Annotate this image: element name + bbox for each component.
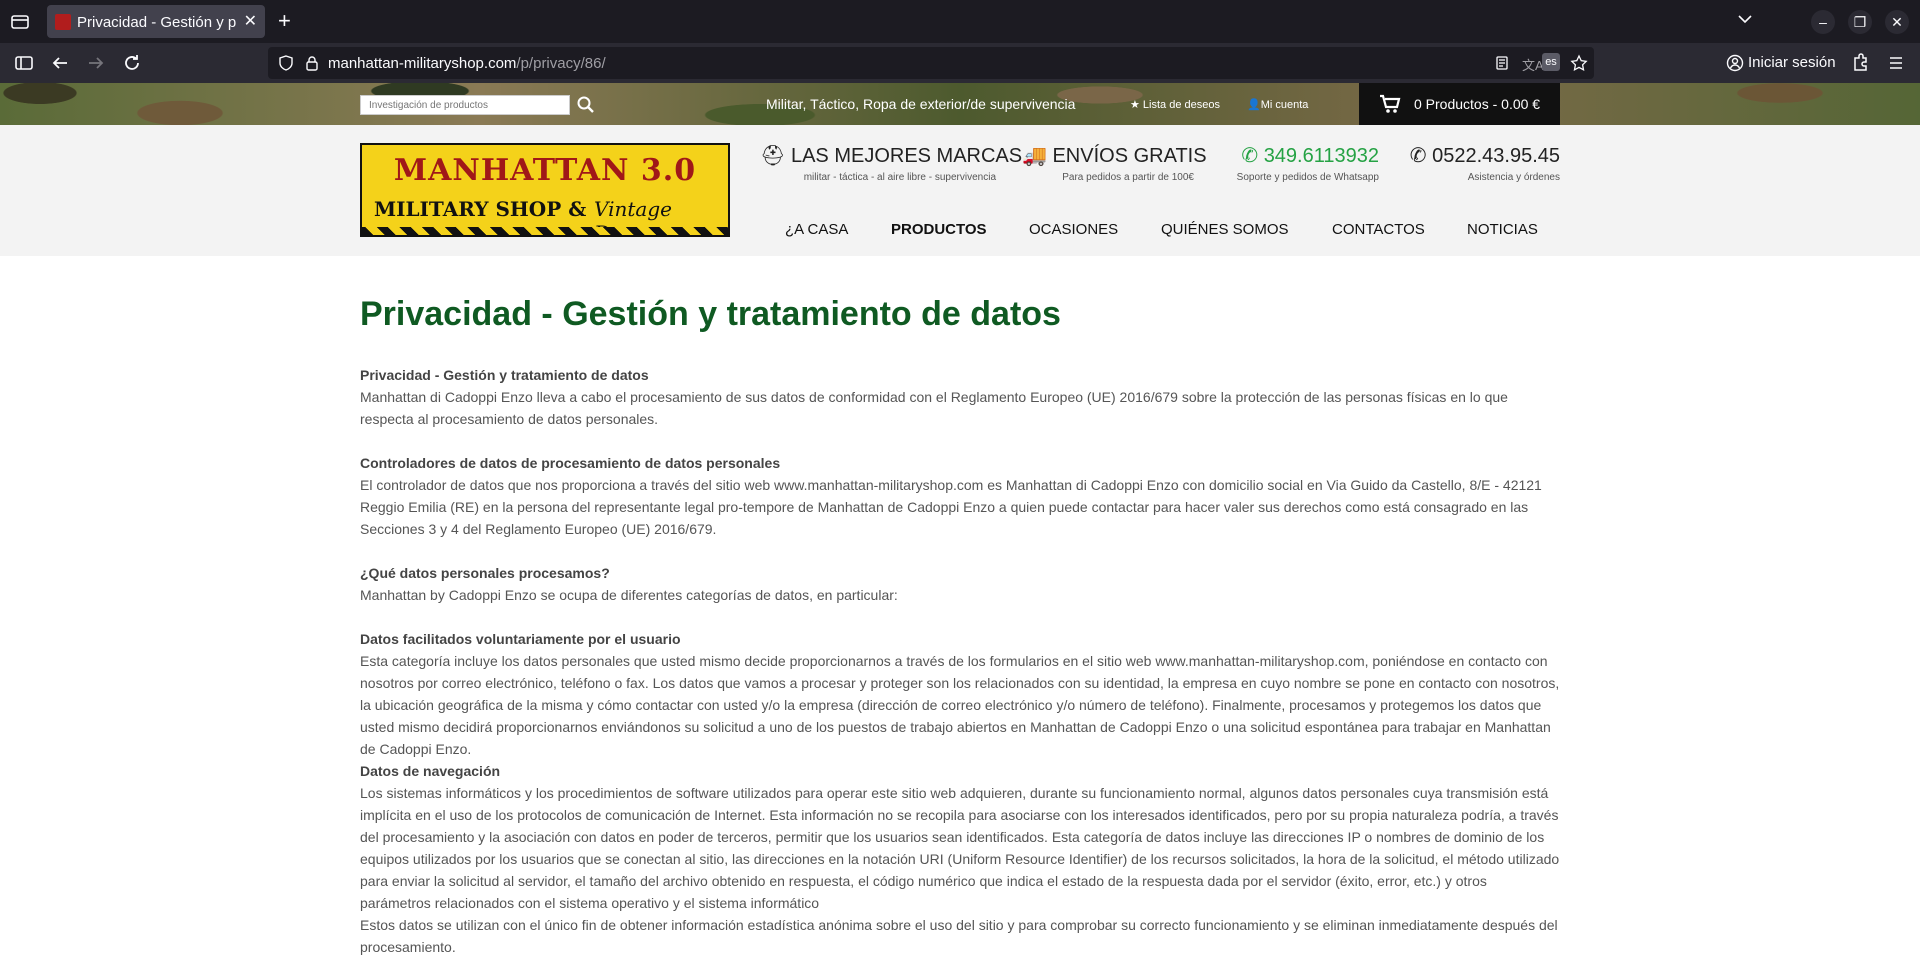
hamburger-menu-icon[interactable] [1884,51,1908,75]
menu-item-occasions[interactable]: OCASIONES [1029,221,1118,238]
phone-icon: ✆ [1409,145,1433,167]
section-body: Manhattan by Cadoppi Enzo se ocupa de di… [360,587,898,603]
close-tab-icon[interactable]: ✕ [244,11,257,31]
url-host: manhattan-militaryshop.com [328,55,517,72]
new-tab-icon[interactable]: + [278,8,291,34]
cart-summary: 0 Productos - 0.00 € [1414,96,1541,112]
feature-free-shipping: 🚚 ENVÍOS GRATIS Para pedidos a partir de… [1022,143,1207,183]
site-top-bar: Militar, Táctico, Ropa de exterior/de su… [0,83,1920,125]
wishlist-label: Lista de deseos [1142,99,1220,111]
feature-subtitle: Soporte y pedidos de Whatsapp [1236,172,1379,183]
browser-nav-bar: manhattan-militaryshop.com/p/privacy/86/… [0,43,1920,83]
reload-icon[interactable] [120,51,144,75]
url-text[interactable]: manhattan-militaryshop.com/p/privacy/86/ [328,55,606,72]
wishlist-link[interactable]: ★ Lista de deseos [1130,98,1220,111]
chevron-down-icon[interactable] [1736,10,1754,28]
site-logo[interactable]: MANHATTAN 3.0 MILITARY SHOP & Vintage Dr… [360,143,730,237]
section-heading: Controladores de datos de procesamiento … [360,455,781,471]
user-icon: 👤 [1247,99,1261,111]
product-search-input[interactable] [360,95,570,115]
section-body: Esta categoría incluye los datos persona… [360,653,1560,757]
main-content: Privacidad - Gestión y tratamiento de da… [360,295,1560,977]
shield-icon[interactable] [278,55,294,71]
account-label: Mi cuenta [1260,99,1309,111]
what-data-section: ¿Qué datos personales procesamos? Manhat… [360,562,1560,606]
feature-subtitle: Asistencia y órdenes [1467,172,1560,183]
page-title: Privacidad - Gestión y tratamiento de da… [360,295,1061,333]
browser-tab-active[interactable]: Privacidad - Gestión y procesamiento ✕ [47,5,265,38]
account-circle-icon [1726,54,1744,72]
feature-best-brands: ⛑ LAS MEJORES MARCAS militar - táctica -… [760,143,1022,183]
search-icon[interactable] [576,95,596,115]
site-favicon-icon [55,14,71,30]
language-badge[interactable]: es [1542,53,1560,71]
feature-title: 349.6113932 [1263,145,1379,167]
privacy-section: Privacidad - Gestión y tratamiento de da… [360,364,1560,430]
shopping-cart-icon [1379,93,1401,115]
whatsapp-icon: ✆ [1241,145,1264,167]
feature-whatsapp[interactable]: ✆ 349.6113932 Soporte y pedidos de Whats… [1222,143,1379,183]
menu-item-products[interactable]: PRODUCTOS [891,221,987,238]
extensions-icon[interactable] [1848,51,1872,75]
cart-button[interactable]: 0 Productos - 0.00 € [1359,83,1560,125]
minimize-icon[interactable]: – [1811,10,1835,34]
feature-title: LAS MEJORES MARCAS [790,145,1023,167]
logo-line-1: MANHATTAN 3.0 [393,153,697,188]
voluntary-data-section: Datos facilitados voluntariamente por el… [360,628,1560,760]
logo-hazard-stripe [362,227,728,235]
navigation-data-section: Datos de navegación Los sistemas informá… [360,760,1560,958]
sidebar-toggle-icon[interactable] [12,51,36,75]
menu-item-about[interactable]: QUIÉNES SOMOS [1161,221,1289,238]
star-icon: ★ [1130,99,1143,111]
url-bar[interactable]: manhattan-militaryshop.com/p/privacy/86/… [268,47,1594,79]
signin-label: Iniciar sesión [1748,54,1836,71]
tab-list-icon[interactable] [8,10,32,34]
signin-button[interactable]: Iniciar sesión [1718,47,1846,79]
section-body-continued: Estos datos se utilizan con el único fin… [360,917,1558,955]
site-tagline: Militar, Táctico, Ropa de exterior/de su… [766,96,1076,112]
menu-item-home[interactable]: ¿A CASA [785,221,848,238]
restore-icon[interactable]: ❐ [1848,10,1872,34]
section-body: El controlador de datos que nos proporci… [360,477,1542,537]
forward-icon[interactable] [84,51,108,75]
tab-title: Privacidad - Gestión y procesamiento [77,14,237,31]
section-heading: Datos facilitados voluntariamente por el… [360,631,681,647]
bookmark-star-icon[interactable] [1570,54,1588,72]
url-path: /p/privacy/86/ [516,55,606,72]
back-icon[interactable] [48,51,72,75]
section-body: Manhattan di Cadoppi Enzo lleva a cabo e… [360,389,1508,427]
browser-tab-bar: Privacidad - Gestión y procesamiento ✕ +… [0,0,1920,43]
truck-icon: 🚚 [1022,145,1053,167]
menu-item-contacts[interactable]: CONTACTOS [1332,221,1425,238]
feature-subtitle: militar - táctica - al aire libre - supe… [803,172,996,183]
logo-line-2: MILITARY SHOP & [374,197,587,221]
reader-view-icon[interactable] [1494,55,1510,71]
close-window-icon[interactable]: ✕ [1885,10,1909,34]
site-header: MANHATTAN 3.0 MILITARY SHOP & Vintage Dr… [0,125,1920,256]
controllers-section: Controladores de datos de procesamiento … [360,452,1560,540]
section-heading: ¿Qué datos personales procesamos? [360,565,610,581]
menu-item-news[interactable]: NOTICIAS [1467,221,1538,238]
feature-subtitle: Para pedidos a partir de 100€ [1062,172,1194,183]
helmet-icon: ⛑ [760,145,791,167]
section-heading: Datos de navegación [360,763,501,779]
section-heading: Privacidad - Gestión y tratamiento de da… [360,367,649,383]
my-account-link[interactable]: 👤Mi cuenta [1247,98,1308,111]
lock-icon[interactable] [304,55,320,71]
translate-icon[interactable]: 文A [1522,55,1544,74]
feature-title: 0522.43.95.45 [1432,145,1560,167]
section-body: Los sistemas informáticos y los procedim… [360,785,1560,911]
feature-title: ENVÍOS GRATIS [1052,145,1207,167]
feature-phone[interactable]: ✆ 0522.43.95.45 Asistencia y órdenes [1404,143,1560,183]
